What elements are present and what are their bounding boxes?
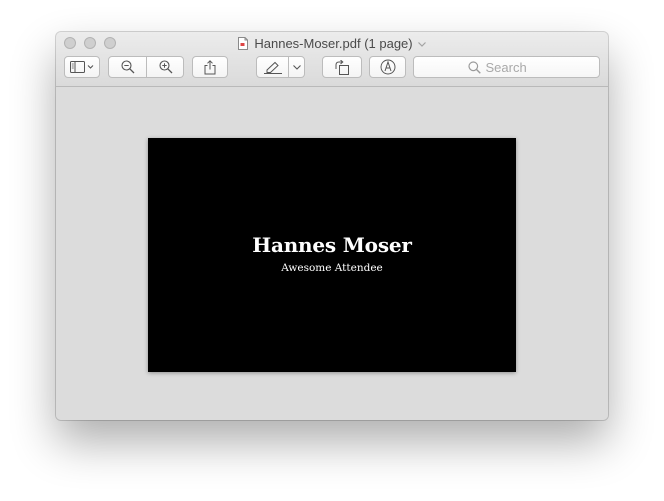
search-icon	[467, 60, 481, 74]
titlebar-toolbar: Hannes-Moser.pdf (1 page)	[56, 32, 608, 87]
sidebar-icon	[70, 61, 94, 73]
attendee-name: Hannes Moser	[252, 233, 412, 257]
rotate-icon	[335, 59, 349, 75]
markup-split-button	[256, 56, 305, 78]
window-title[interactable]: Hannes-Moser.pdf (1 page)	[56, 35, 608, 53]
zoom-in-icon	[158, 60, 172, 74]
window-title-text: Hannes-Moser.pdf (1 page)	[254, 36, 413, 51]
pdf-document-icon	[238, 37, 249, 50]
share-button[interactable]	[192, 56, 228, 78]
sidebar-button[interactable]	[64, 56, 100, 78]
highlight-button[interactable]	[257, 57, 288, 77]
pdf-page[interactable]: Hannes Moser Awesome Attendee	[148, 138, 516, 372]
zoom-out-icon	[121, 60, 135, 74]
pen-circle-icon	[380, 59, 395, 75]
markup-toolbar-button[interactable]	[369, 56, 406, 78]
highlight-options-button[interactable]	[289, 57, 305, 77]
zoom-segmented-control	[108, 56, 184, 78]
chevron-down-icon[interactable]	[417, 42, 426, 47]
chevron-down-icon	[293, 64, 301, 70]
zoom-out-button[interactable]	[109, 57, 147, 77]
share-icon	[204, 59, 216, 74]
search-input[interactable]	[485, 59, 546, 75]
document-viewport[interactable]: Hannes Moser Awesome Attendee	[56, 87, 608, 420]
attendee-role: Awesome Attendee	[281, 262, 383, 274]
zoom-in-button[interactable]	[147, 57, 184, 77]
rotate-button[interactable]	[322, 56, 362, 78]
highlighter-icon	[263, 61, 282, 74]
search-field[interactable]	[413, 56, 600, 78]
preview-window: Hannes-Moser.pdf (1 page) Search Hannes …	[56, 32, 608, 420]
